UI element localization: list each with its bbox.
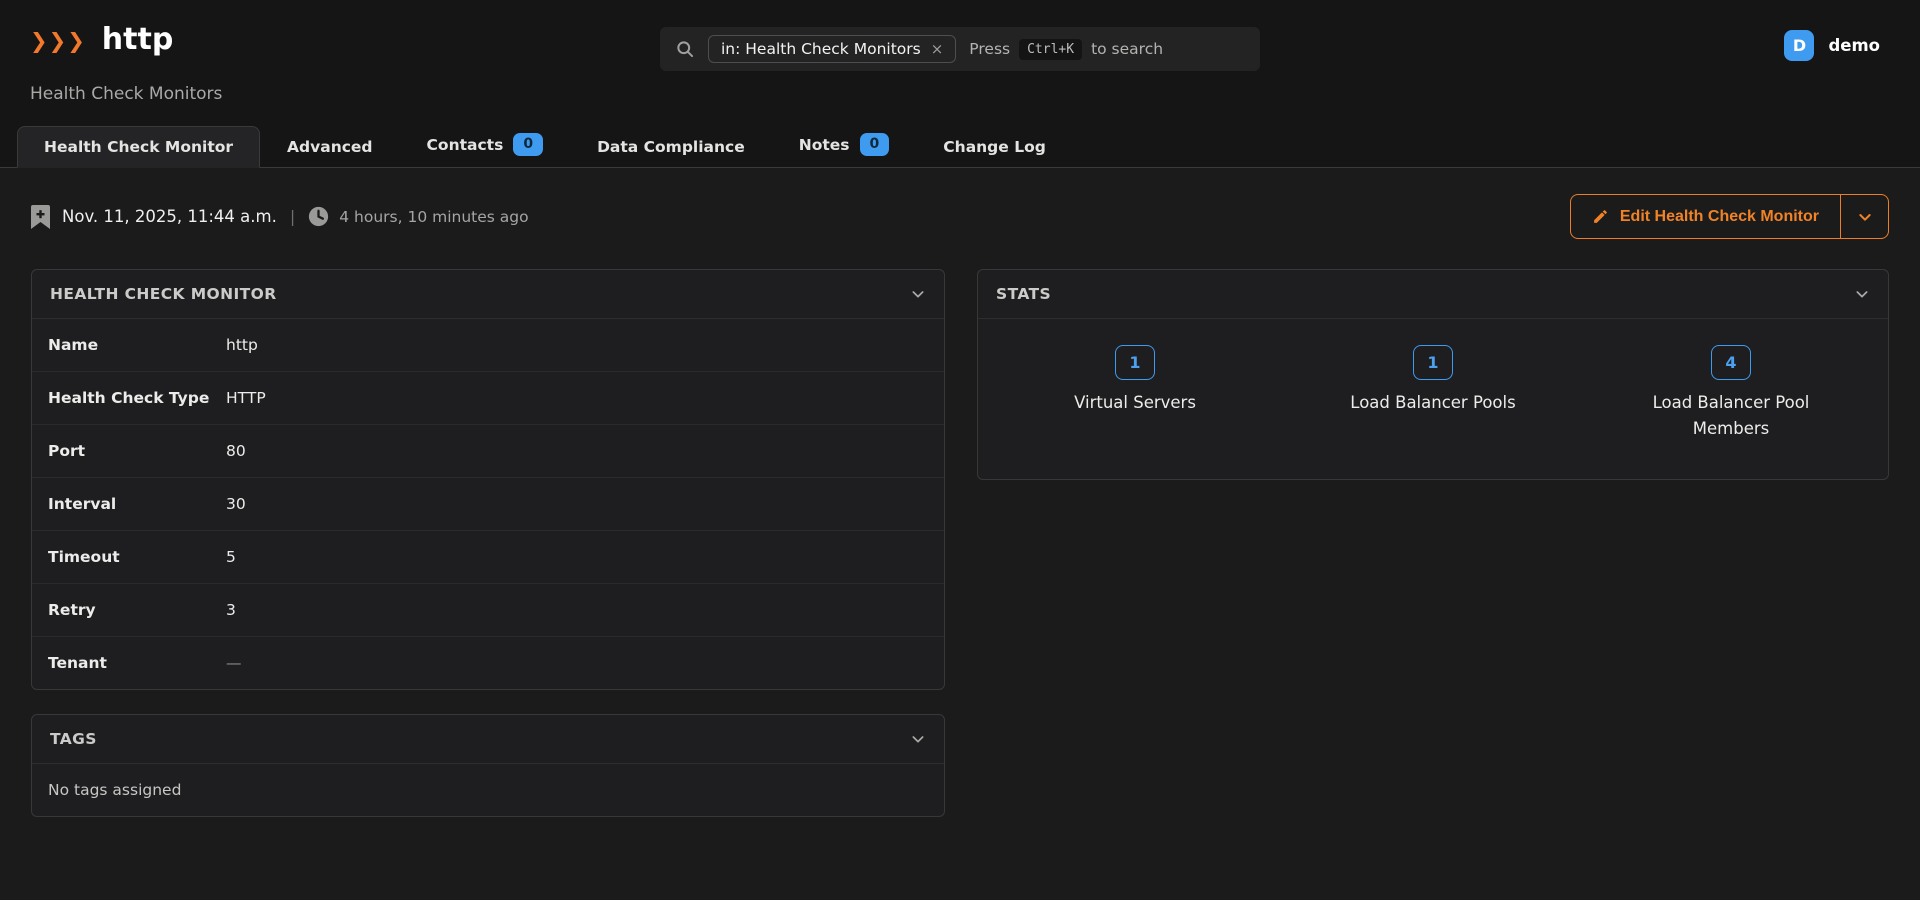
stat-virtual-servers: 1 Virtual Servers <box>986 345 1284 441</box>
tab-change-log[interactable]: Change Log <box>916 126 1073 168</box>
tab-data-compliance[interactable]: Data Compliance <box>570 126 772 168</box>
row-value-empty: — <box>226 654 242 672</box>
table-row: Tenant — <box>32 637 944 689</box>
panel-grid: HEALTH CHECK MONITOR Name http Health Ch… <box>31 269 1889 817</box>
row-label: Health Check Type <box>48 389 226 407</box>
logo-chevrons-icon: ❯❯❯ <box>30 27 86 52</box>
meta-row: Nov. 11, 2025, 11:44 a.m. | 4 hours, 10 … <box>31 168 1889 239</box>
row-value: 5 <box>226 548 236 566</box>
tab-notes[interactable]: Notes 0 <box>772 121 917 168</box>
tab-label: Notes <box>799 136 850 154</box>
table-row: Port 80 <box>32 425 944 478</box>
row-value: 3 <box>226 601 236 619</box>
collapse-chevron-icon[interactable] <box>910 286 926 302</box>
clock-icon <box>308 206 329 227</box>
tags-empty-text: No tags assigned <box>32 764 944 816</box>
table-row: Health Check Type HTTP <box>32 372 944 425</box>
load-balancer-pools-count-button[interactable]: 1 <box>1413 345 1453 380</box>
tab-contacts[interactable]: Contacts 0 <box>400 121 571 168</box>
stat-label: Load Balancer Pool Members <box>1622 390 1840 441</box>
brand[interactable]: ❯❯❯ http <box>30 22 173 57</box>
tab-label: Advanced <box>287 138 373 156</box>
virtual-servers-count-button[interactable]: 1 <box>1115 345 1155 380</box>
collapse-chevron-icon[interactable] <box>1854 286 1870 302</box>
collapse-chevron-icon[interactable] <box>910 731 926 747</box>
created-date: Nov. 11, 2025, 11:44 a.m. <box>62 207 277 226</box>
search-hint-press: Press <box>969 40 1010 58</box>
panel-title: STATS <box>996 285 1051 303</box>
breadcrumb[interactable]: Health Check Monitors <box>30 84 222 104</box>
page-title: http <box>102 22 174 57</box>
edit-button[interactable]: Edit Health Check Monitor <box>1570 194 1841 239</box>
meta-separator: | <box>290 207 295 226</box>
pencil-icon <box>1592 208 1609 225</box>
load-balancer-pool-members-count-button[interactable]: 4 <box>1711 345 1751 380</box>
row-value: 80 <box>226 442 246 460</box>
tab-label: Health Check Monitor <box>44 138 233 156</box>
tab-bar: Health Check Monitor Advanced Contacts 0… <box>0 121 1920 168</box>
row-label: Tenant <box>48 654 226 672</box>
edit-split-button: Edit Health Check Monitor <box>1570 194 1889 239</box>
table-row: Interval 30 <box>32 478 944 531</box>
table-row: Retry 3 <box>32 584 944 637</box>
contacts-count-badge: 0 <box>513 133 543 156</box>
row-label: Port <box>48 442 226 460</box>
row-label: Retry <box>48 601 226 619</box>
panel-header: HEALTH CHECK MONITOR <box>32 270 944 319</box>
search-icon <box>675 39 695 59</box>
tab-label: Data Compliance <box>597 138 745 156</box>
global-search-input[interactable]: in: Health Check Monitors × Press Ctrl+K… <box>660 27 1260 71</box>
stats-body: 1 Virtual Servers 1 Load Balancer Pools … <box>978 319 1888 479</box>
row-label: Timeout <box>48 548 226 566</box>
search-hint: Press Ctrl+K to search <box>969 39 1163 60</box>
tab-label: Change Log <box>943 138 1046 156</box>
search-scope-chip[interactable]: in: Health Check Monitors × <box>708 35 956 63</box>
row-label: Name <box>48 336 226 354</box>
right-column: STATS 1 Virtual Servers 1 Load Balancer … <box>977 269 1889 480</box>
kbd-shortcut: Ctrl+K <box>1019 39 1082 60</box>
stats-panel: STATS 1 Virtual Servers 1 Load Balancer … <box>977 269 1889 480</box>
panel-header: STATS <box>978 270 1888 319</box>
updated-ago: 4 hours, 10 minutes ago <box>339 208 528 226</box>
stat-load-balancer-pool-members: 4 Load Balancer Pool Members <box>1582 345 1880 441</box>
left-column: HEALTH CHECK MONITOR Name http Health Ch… <box>31 269 945 817</box>
bookmark-plus-icon <box>31 205 50 229</box>
chip-close-icon[interactable]: × <box>931 40 944 58</box>
row-value: http <box>226 336 258 354</box>
stat-label: Virtual Servers <box>1074 390 1196 416</box>
tab-health-check-monitor[interactable]: Health Check Monitor <box>17 126 260 168</box>
user-menu[interactable]: D demo <box>1784 30 1880 61</box>
username: demo <box>1828 36 1880 55</box>
tab-label: Contacts <box>427 136 504 154</box>
table-row: Name http <box>32 319 944 372</box>
main-content: Nov. 11, 2025, 11:44 a.m. | 4 hours, 10 … <box>0 168 1920 900</box>
avatar[interactable]: D <box>1784 30 1814 61</box>
object-timestamps: Nov. 11, 2025, 11:44 a.m. | 4 hours, 10 … <box>31 205 529 229</box>
edit-button-label: Edit Health Check Monitor <box>1620 208 1819 226</box>
search-scope-label: in: Health Check Monitors <box>721 40 921 58</box>
panel-header: TAGS <box>32 715 944 764</box>
stat-load-balancer-pools: 1 Load Balancer Pools <box>1284 345 1582 441</box>
table-row: Timeout 5 <box>32 531 944 584</box>
tab-advanced[interactable]: Advanced <box>260 126 400 168</box>
chevron-down-icon <box>1857 209 1873 225</box>
top-header: ❯❯❯ http Health Check Monitors in: Healt… <box>0 0 1920 168</box>
stat-label: Load Balancer Pools <box>1350 390 1515 416</box>
search-hint-suffix: to search <box>1091 40 1163 58</box>
row-label: Interval <box>48 495 226 513</box>
panel-title: TAGS <box>50 730 97 748</box>
tags-panel: TAGS No tags assigned <box>31 714 945 817</box>
edit-dropdown-toggle[interactable] <box>1841 194 1889 239</box>
panel-title: HEALTH CHECK MONITOR <box>50 285 277 303</box>
health-check-monitor-panel: HEALTH CHECK MONITOR Name http Health Ch… <box>31 269 945 690</box>
row-value: HTTP <box>226 389 266 407</box>
notes-count-badge: 0 <box>860 133 890 156</box>
row-value: 30 <box>226 495 246 513</box>
